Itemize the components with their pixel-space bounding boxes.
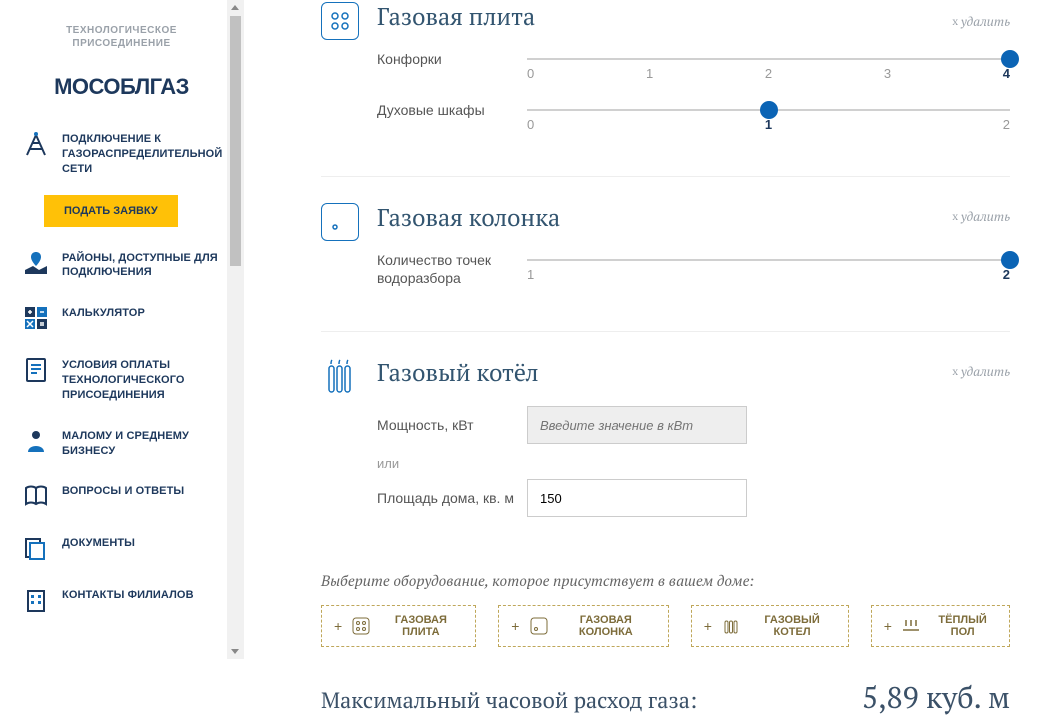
warmfloor-mini-icon bbox=[902, 616, 920, 636]
book-icon bbox=[22, 482, 50, 510]
sidebar-item-smb[interactable]: МАЛОМУ И СРЕДНЕМУ БИЗНЕСУ bbox=[22, 427, 231, 459]
heater-sliders: Количество точек водоразбора12 bbox=[377, 251, 1010, 287]
picker-label: ГАЗОВАЯ ПЛИТА bbox=[379, 614, 464, 638]
logo-subtitle-2: ПРИСОЕДИНЕНИЕ bbox=[22, 37, 221, 50]
slider-tick: 1 bbox=[527, 267, 534, 282]
slider-ticks: 0 1 2 bbox=[527, 117, 1010, 132]
add-boiler-button[interactable]: ГАЗОВЫЙ КОТЕЛ bbox=[691, 605, 849, 647]
logo-block: ТЕХНОЛОГИЧЕСКОЕ ПРИСОЕДИНЕНИЕ МОСОБЛГАЗ bbox=[0, 0, 243, 112]
add-heater-button[interactable]: ГАЗОВАЯ КОЛОНКА bbox=[498, 605, 669, 647]
person-icon bbox=[22, 427, 50, 455]
sidebar-item-label: ВОПРОСЫ И ОТВЕТЫ bbox=[62, 482, 184, 499]
slider-tick: 1 bbox=[765, 117, 772, 132]
slider-row: Количество точек водоразбора12 bbox=[377, 251, 1010, 287]
add-stove-button[interactable]: ГАЗОВАЯ ПЛИТА bbox=[321, 605, 476, 647]
result-label: Максимальный часовой расход газа: bbox=[321, 686, 697, 715]
picker-label: ГАЗОВАЯ КОЛОНКА bbox=[556, 614, 656, 638]
slider-tick: 0 bbox=[527, 117, 534, 132]
slider-handle[interactable] bbox=[1001, 50, 1019, 68]
or-label: или bbox=[377, 456, 1010, 471]
sidebar-item-label: УСЛОВИЯ ОПЛАТЫ ТЕХНОЛОГИЧЕСКОГО ПРИСОЕДИ… bbox=[62, 356, 231, 403]
map-pin-icon bbox=[22, 249, 50, 277]
sidebar-nav: ПОДКЛЮЧЕНИЕ К ГАЗОРАСПРЕДЕЛИТЕЛЬНОЙ СЕТИ… bbox=[0, 112, 243, 614]
area-input[interactable] bbox=[527, 479, 747, 517]
slider-label: Количество точек водоразбора bbox=[377, 251, 527, 287]
equipment-picker: ГАЗОВАЯ ПЛИТА ГАЗОВАЯ КОЛОНКА ГАЗОВЫЙ КО… bbox=[321, 605, 1010, 647]
logo-subtitle-1: ТЕХНОЛОГИЧЕСКОЕ bbox=[22, 24, 221, 37]
slider-row: Духовые шкафы0 1 2 bbox=[377, 101, 1010, 132]
main-content: удалить Газовая плита Конфорки01234Духов… bbox=[261, 0, 1040, 659]
slider-track bbox=[527, 259, 1010, 261]
power-label: Мощность, кВт bbox=[377, 417, 527, 433]
sidebar-item-regions[interactable]: РАЙОНЫ, ДОСТУПНЫЕ ДЛЯ ПОДКЛЮЧЕНИЯ bbox=[22, 249, 231, 281]
brand-wordmark: МОСОБЛГАЗ bbox=[22, 74, 221, 100]
sidebar-item-documents[interactable]: ДОКУМЕНТЫ bbox=[22, 534, 231, 562]
sidebar-item-payment[interactable]: УСЛОВИЯ ОПЛАТЫ ТЕХНОЛОГИЧЕСКОГО ПРИСОЕДИ… bbox=[22, 356, 231, 403]
delete-boiler-button[interactable]: удалить bbox=[952, 362, 1010, 380]
calculator-icon bbox=[22, 304, 50, 332]
stove-sliders: Конфорки01234Духовые шкафы012 bbox=[377, 50, 1010, 132]
folder-icon bbox=[22, 534, 50, 562]
slider-track bbox=[527, 58, 1010, 60]
tower-icon bbox=[22, 130, 50, 158]
slider-ticks: 12 bbox=[527, 267, 1010, 282]
equipment-title: Газовая плита bbox=[377, 0, 1010, 32]
document-icon bbox=[22, 356, 50, 384]
picker-label: ГАЗОВЫЙ КОТЕЛ bbox=[748, 614, 836, 638]
result-value: 5,89 куб. м bbox=[862, 677, 1010, 717]
slider-label: Духовые шкафы bbox=[377, 101, 527, 119]
slider-tick: 2 bbox=[1003, 267, 1010, 282]
slider-row: Конфорки0 1 2 3 4 bbox=[377, 50, 1010, 81]
delete-heater-button[interactable]: удалить bbox=[952, 207, 1010, 225]
equipment-stove: удалить Газовая плита Конфорки01234Духов… bbox=[321, 0, 1010, 177]
sidebar-item-label: РАЙОНЫ, ДОСТУПНЫЕ ДЛЯ ПОДКЛЮЧЕНИЯ bbox=[62, 249, 231, 281]
slider[interactable]: 12 bbox=[527, 251, 1010, 282]
picker-prompt: Выберите оборудование, которое присутств… bbox=[321, 571, 1010, 591]
sidebar-item-label: МАЛОМУ И СРЕДНЕМУ БИЗНЕСУ bbox=[62, 427, 231, 459]
sidebar-item-contacts[interactable]: КОНТАКТЫ ФИЛИАЛОВ bbox=[22, 586, 231, 614]
boiler-icon bbox=[321, 358, 359, 396]
slider-tick: 2 bbox=[765, 66, 772, 81]
slider-tick: 0 bbox=[527, 66, 534, 81]
slider-ticks: 0 1 2 3 4 bbox=[527, 66, 1010, 81]
heater-mini-icon bbox=[529, 616, 547, 636]
sidebar-item-label: ДОКУМЕНТЫ bbox=[62, 534, 135, 551]
result-row: Максимальный часовой расход газа: 5,89 к… bbox=[321, 677, 1010, 717]
equipment-boiler: удалить Газовый котёл Мощность, кВт или … bbox=[321, 350, 1010, 553]
slider-tick: 2 bbox=[1003, 117, 1010, 132]
equipment-title: Газовая колонка bbox=[377, 201, 1010, 233]
sidebar-item-label: ПОДКЛЮЧЕНИЕ К ГАЗОРАСПРЕДЕЛИТЕЛЬНОЙ СЕТИ bbox=[62, 130, 231, 177]
sidebar: ТЕХНОЛОГИЧЕСКОЕ ПРИСОЕДИНЕНИЕ МОСОБЛГАЗ … bbox=[0, 0, 244, 659]
equipment-title: Газовый котёл bbox=[377, 356, 1010, 388]
water-heater-icon bbox=[321, 203, 359, 241]
stove-mini-icon bbox=[352, 616, 370, 636]
sidebar-item-label: КАЛЬКУЛЯТОР bbox=[62, 304, 145, 321]
area-label: Площадь дома, кв. м bbox=[377, 490, 527, 506]
sidebar-item-label: КОНТАКТЫ ФИЛИАЛОВ bbox=[62, 586, 194, 603]
slider-handle[interactable] bbox=[760, 101, 778, 119]
slider-handle[interactable] bbox=[1001, 251, 1019, 269]
sidebar-scrollbar[interactable] bbox=[227, 0, 244, 659]
slider-label: Конфорки bbox=[377, 50, 527, 68]
scroll-down-icon[interactable] bbox=[231, 649, 239, 654]
slider-tick: 4 bbox=[1003, 66, 1010, 81]
sidebar-item-connection[interactable]: ПОДКЛЮЧЕНИЕ К ГАЗОРАСПРЕДЕЛИТЕЛЬНОЙ СЕТИ bbox=[22, 130, 231, 177]
slider[interactable]: 0 1 2 bbox=[527, 101, 1010, 132]
picker-label: ТЁПЛЫЙ ПОЛ bbox=[928, 614, 997, 638]
equipment-heater: удалить Газовая колонка Количество точек… bbox=[321, 195, 1010, 332]
boiler-mini-icon bbox=[722, 616, 740, 636]
add-warmfloor-button[interactable]: ТЁПЛЫЙ ПОЛ bbox=[871, 605, 1010, 647]
sidebar-item-calculator[interactable]: КАЛЬКУЛЯТОР bbox=[22, 304, 231, 332]
submit-request-button[interactable]: ПОДАТЬ ЗАЯВКУ bbox=[44, 195, 178, 227]
power-input[interactable] bbox=[527, 406, 747, 444]
stove-icon bbox=[321, 2, 359, 40]
building-icon bbox=[22, 586, 50, 614]
slider[interactable]: 0 1 2 3 4 bbox=[527, 50, 1010, 81]
slider-tick: 3 bbox=[884, 66, 891, 81]
slider-tick: 1 bbox=[646, 66, 653, 81]
sidebar-item-faq[interactable]: ВОПРОСЫ И ОТВЕТЫ bbox=[22, 482, 231, 510]
delete-stove-button[interactable]: удалить bbox=[952, 12, 1010, 30]
scroll-up-icon[interactable] bbox=[231, 5, 239, 10]
